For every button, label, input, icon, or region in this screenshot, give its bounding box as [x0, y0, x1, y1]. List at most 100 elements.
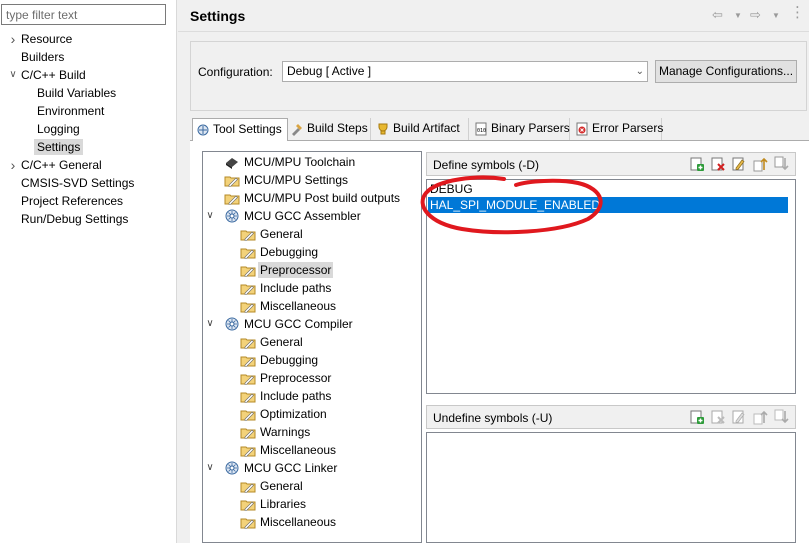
tree-node-label: Debugging	[260, 245, 319, 259]
tab-tool-settings[interactable]: Tool Settings	[192, 118, 288, 141]
tree-node[interactable]: Include paths	[240, 279, 331, 297]
svg-text:010: 010	[477, 128, 486, 134]
chevron-down-icon[interactable]: ∨	[204, 207, 216, 225]
tree-node[interactable]: Include paths	[240, 387, 331, 405]
tree-node-label: MCU/MPU Toolchain	[244, 155, 356, 169]
tool-settings-tree[interactable]: MCU/MPU Toolchain MCU/MPU Settings MCU/MPU…	[202, 151, 422, 543]
tree-node-label: MCU/MPU Post build outputs	[244, 191, 401, 205]
nav-item-label: CMSIS-SVD Settings	[21, 176, 135, 190]
nav-item-label: Environment	[37, 104, 105, 118]
options-icon	[240, 284, 256, 295]
nav-item-label: Run/Debug Settings	[21, 212, 129, 226]
chevron-down-icon[interactable]: ∨	[204, 459, 216, 477]
tree-node[interactable]: Miscellaneous	[240, 297, 336, 315]
options-icon	[240, 410, 256, 421]
undefine-symbols-list[interactable]	[426, 432, 796, 543]
chevron-down-icon[interactable]: ∨	[8, 66, 18, 84]
delete-icon[interactable]	[710, 156, 726, 172]
tab-build-artifact[interactable]: Build Artifact	[373, 118, 469, 140]
edit-icon[interactable]	[731, 409, 747, 425]
tree-node-label: Preprocessor	[258, 262, 334, 278]
manage-configurations-button[interactable]: Manage Configurations...	[655, 60, 797, 83]
tree-node[interactable]: MCU/MPU Toolchain	[224, 153, 355, 171]
build-artifact-icon	[378, 123, 388, 135]
tab-binary-parsers[interactable]: 010 Binary Parsers	[471, 118, 570, 140]
back-arrow-icon[interactable]: ⇦	[712, 7, 723, 23]
tree-node[interactable]: General	[240, 477, 303, 495]
filter-input[interactable]	[1, 4, 166, 25]
move-up-icon[interactable]	[752, 409, 768, 425]
back-menu-icon[interactable]: ▼	[734, 11, 742, 20]
nav-item[interactable]: ∨ C/C++ Build	[9, 66, 85, 84]
chevron-down-icon: ⌄	[635, 66, 644, 77]
nav-item[interactable]: Project References	[21, 192, 123, 210]
nav-item[interactable]: Run/Debug Settings	[21, 210, 128, 228]
tree-node-label: MCU GCC Assembler	[244, 209, 361, 223]
options-icon	[240, 518, 256, 529]
tool-settings-icon	[197, 124, 209, 136]
options-icon	[240, 392, 256, 403]
tree-node[interactable]: ∨ MCU GCC Linker	[206, 459, 338, 477]
tree-node[interactable]: General	[240, 333, 303, 351]
tree-node-label: Miscellaneous	[260, 443, 337, 457]
add-icon[interactable]	[689, 156, 705, 172]
tree-node-label: MCU GCC Linker	[244, 461, 338, 475]
nav-item[interactable]: Builders	[21, 48, 64, 66]
options-icon	[240, 446, 256, 457]
tree-node[interactable]: ∨ MCU GCC Compiler	[206, 315, 352, 333]
add-icon[interactable]	[689, 409, 705, 425]
nav-item[interactable]: Settings	[34, 138, 84, 156]
delete-icon[interactable]	[710, 409, 726, 425]
forward-menu-icon[interactable]: ▼	[772, 11, 780, 20]
tree-node-label: Include paths	[260, 389, 332, 403]
tree-node[interactable]: Miscellaneous	[240, 513, 336, 531]
nav-item[interactable]: Environment	[37, 102, 104, 120]
view-menu-icon[interactable]: ⋮	[790, 3, 805, 21]
tool-icon	[225, 461, 239, 475]
build-steps-icon	[292, 124, 302, 136]
forward-arrow-icon[interactable]: ⇨	[750, 7, 761, 23]
symbol-list-item[interactable]: HAL_SPI_MODULE_ENABLED	[428, 197, 788, 213]
move-down-icon[interactable]	[773, 156, 789, 172]
tree-node[interactable]: Preprocessor	[240, 261, 334, 279]
tree-node[interactable]: MCU/MPU Settings	[224, 171, 348, 189]
tree-node-label: Miscellaneous	[260, 299, 337, 313]
nav-item[interactable]: › Resource	[11, 30, 73, 48]
tree-node[interactable]: ∨ MCU GCC Assembler	[206, 207, 361, 225]
tree-node-label: Miscellaneous	[260, 515, 337, 529]
tree-node[interactable]: Optimization	[240, 405, 327, 423]
tree-node[interactable]: Miscellaneous	[240, 441, 336, 459]
configuration-select[interactable]: Debug [ Active ] ⌄	[282, 61, 648, 82]
chevron-right-icon[interactable]: ›	[8, 156, 18, 174]
chevron-down-icon[interactable]: ∨	[204, 315, 216, 333]
tree-node-label: Optimization	[260, 407, 327, 421]
nav-item[interactable]: CMSIS-SVD Settings	[21, 174, 134, 192]
tab-error-parsers[interactable]: Error Parsers	[572, 118, 663, 140]
options-icon	[240, 374, 256, 385]
tree-node[interactable]: General	[240, 225, 303, 243]
tree-node[interactable]: Debugging	[240, 243, 318, 261]
edit-icon[interactable]	[731, 156, 747, 172]
options-icon	[240, 338, 256, 349]
tree-node[interactable]: Debugging	[240, 351, 318, 369]
tree-node[interactable]: Libraries	[240, 495, 306, 513]
define-symbols-list[interactable]: DEBUG HAL_SPI_MODULE_ENABLED	[426, 179, 796, 394]
chevron-right-icon[interactable]: ›	[8, 30, 18, 48]
symbol-list-item[interactable]: DEBUG	[428, 181, 473, 197]
tree-node[interactable]: Preprocessor	[240, 369, 331, 387]
page-title: Settings	[190, 8, 246, 24]
move-down-icon[interactable]	[773, 409, 789, 425]
configuration-label: Configuration:	[198, 65, 273, 79]
move-up-icon[interactable]	[752, 156, 768, 172]
tree-node[interactable]: MCU/MPU Post build outputs	[224, 189, 400, 207]
tree-node-label: Libraries	[260, 497, 307, 511]
nav-item[interactable]: Build Variables	[37, 84, 116, 102]
options-icon	[224, 194, 240, 205]
options-icon	[240, 428, 256, 439]
tab-label: Binary Parsers	[491, 121, 570, 135]
tree-node-label: General	[260, 227, 303, 241]
tab-build-steps[interactable]: Build Steps	[287, 118, 371, 140]
nav-item[interactable]: Logging	[37, 120, 80, 138]
nav-item[interactable]: › C/C++ General	[11, 156, 102, 174]
tree-node[interactable]: Warnings	[240, 423, 310, 441]
